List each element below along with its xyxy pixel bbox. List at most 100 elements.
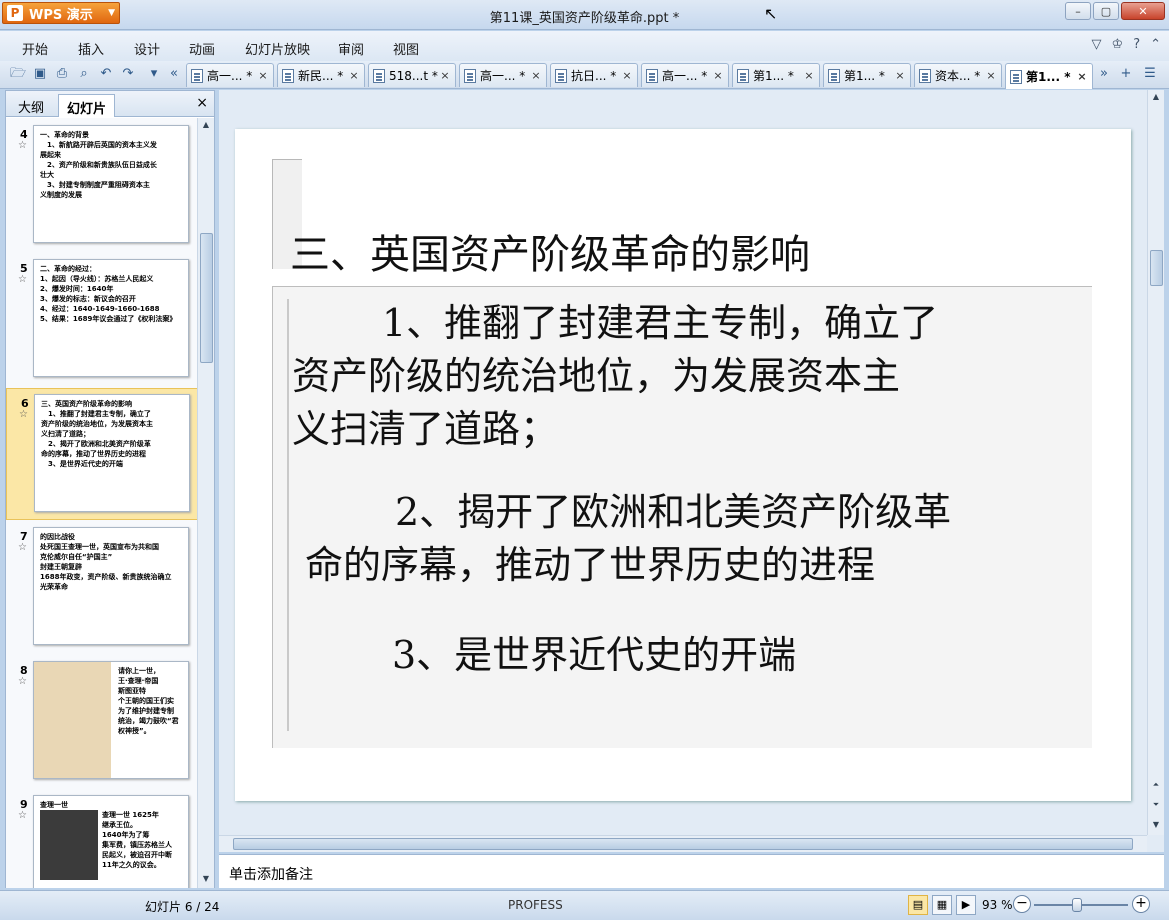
slide-thumbnail-list: 4 ☆ 一、革命的背景 1、新航路开辟后英国的资本主义发 展起来 2、资产阶级和… bbox=[6, 118, 198, 888]
tab-scroll-left-icon[interactable]: « bbox=[166, 66, 182, 82]
point-2-line-1[interactable]: 2、揭开了欧洲和北美资产阶级革 bbox=[395, 486, 951, 539]
normal-view-icon[interactable]: ▤ bbox=[908, 895, 928, 915]
print-icon[interactable]: ⎙ bbox=[54, 66, 70, 82]
scroll-down-icon[interactable]: ▼ bbox=[1150, 820, 1162, 829]
slide-editor: 三、英国资产阶级革命的影响 1、推翻了封建君主专制，确立了 资产阶级的统治地位，… bbox=[219, 90, 1164, 852]
menu-home[interactable]: 开始 bbox=[22, 39, 48, 58]
document-icon bbox=[737, 68, 749, 83]
doc-tab[interactable]: 抗日... * × bbox=[550, 63, 638, 87]
save-icon[interactable]: ▣ bbox=[32, 66, 48, 82]
scroll-up-icon[interactable]: ▲ bbox=[200, 120, 212, 132]
tab-outline[interactable]: 大纲 bbox=[10, 94, 52, 117]
print-preview-icon[interactable]: ⌕ bbox=[76, 66, 92, 82]
document-icon bbox=[464, 68, 476, 83]
close-panel-button[interactable]: × bbox=[196, 95, 208, 111]
tab-slides[interactable]: 幻灯片 bbox=[58, 94, 116, 117]
zoom-in-button[interactable]: + bbox=[1132, 895, 1150, 913]
point-3[interactable]: 3、是世界近代史的开端 bbox=[392, 629, 796, 682]
point-1-line-1[interactable]: 1、推翻了封建君主专制，确立了 bbox=[382, 297, 938, 350]
status-bar: 幻灯片 6 / 24 PROFESS ▤ ▦ ▶ 93 % − + bbox=[0, 890, 1169, 920]
close-window-button[interactable]: ✕ bbox=[1121, 2, 1165, 20]
menu-view[interactable]: 视图 bbox=[393, 39, 419, 58]
slide-sorter-icon[interactable]: ▦ bbox=[932, 895, 952, 915]
horizontal-scrollbar[interactable] bbox=[219, 835, 1147, 852]
tab-close-button[interactable]: × bbox=[985, 69, 997, 82]
current-slide[interactable]: 三、英国资产阶级革命的影响 1、推翻了封建君主专制，确立了 资产阶级的统治地位，… bbox=[235, 129, 1131, 801]
notes-pane[interactable]: 单击添加备注 bbox=[219, 854, 1164, 888]
slide-thumbnail-selected[interactable]: 6 ☆ 三、英国资产阶级革命的影响 1、推翻了封建君主专制，确立了 资产阶级的统… bbox=[6, 388, 198, 520]
maximize-button[interactable]: ▢ bbox=[1093, 2, 1119, 20]
vertical-scrollbar[interactable]: ▲ ⏶ ⏷ ▼ bbox=[1147, 90, 1164, 835]
tab-close-button[interactable]: × bbox=[712, 69, 724, 82]
point-2-line-2[interactable]: 命的序幕，推动了世界历史的进程 bbox=[305, 539, 875, 592]
zoom-out-button[interactable]: − bbox=[1013, 895, 1031, 913]
slide-thumbnail[interactable]: 9 ☆ 查理一世 查理一世 1625年 继承王位。 1640年为了筹 集军费，镇… bbox=[6, 790, 198, 888]
document-icon bbox=[828, 68, 840, 83]
tab-close-button[interactable]: × bbox=[621, 69, 633, 82]
skin-icon[interactable]: ♔ bbox=[1112, 37, 1124, 52]
undo-icon[interactable]: ↶ bbox=[98, 66, 114, 82]
animation-star-icon: ☆ bbox=[18, 676, 27, 687]
document-icon bbox=[191, 68, 203, 83]
window-title: 第11课_英国资产阶级革命.ppt * bbox=[489, 11, 680, 26]
scroll-up-icon[interactable]: ▲ bbox=[1150, 92, 1162, 101]
doc-tab[interactable]: 第1... * × bbox=[732, 63, 820, 87]
minimize-button[interactable]: – bbox=[1065, 2, 1091, 20]
doc-tab[interactable]: 高一... * × bbox=[459, 63, 547, 87]
document-icon bbox=[373, 68, 385, 83]
tab-close-button[interactable]: × bbox=[1076, 70, 1088, 83]
scroll-thumb[interactable] bbox=[233, 838, 1133, 850]
tab-list-icon[interactable]: ☰ bbox=[1142, 66, 1158, 82]
tab-close-button[interactable]: × bbox=[803, 69, 815, 82]
next-slide-icon[interactable]: ⏷ bbox=[1150, 800, 1162, 810]
redo-icon[interactable]: ↷ bbox=[120, 66, 136, 82]
slide-thumbnail[interactable]: 7 ☆ 的因比战役 处死国王查理一世，英国宣布为共和国 克伦威尔自任“护国主” … bbox=[6, 522, 198, 654]
previous-slide-icon[interactable]: ⏶ bbox=[1150, 780, 1162, 790]
menu-animation[interactable]: 动画 bbox=[189, 39, 215, 58]
menu-slideshow[interactable]: 幻灯片放映 bbox=[245, 39, 310, 58]
tab-close-button[interactable]: × bbox=[348, 69, 360, 82]
ribbon-toggle-icon[interactable]: ⌃ bbox=[1150, 37, 1161, 52]
slide-thumbnail[interactable]: 5 ☆ 二、革命的经过： 1、起因（导火线）：苏格兰人民起义 2、爆发时间：16… bbox=[6, 254, 198, 386]
slide-thumbnail[interactable]: 8 ☆ 请你上一世， 王·查理·帝国 斯图亚特 个王朝的国王们实 为了维护封建专… bbox=[6, 656, 198, 788]
zoom-level: 93 % bbox=[982, 898, 1013, 912]
slideshow-icon[interactable]: ▶ bbox=[956, 895, 976, 915]
tab-scroll-right-icon[interactable]: » bbox=[1096, 66, 1112, 82]
tab-close-button[interactable]: × bbox=[530, 69, 542, 82]
scroll-down-icon[interactable]: ▼ bbox=[200, 874, 212, 886]
animation-star-icon: ☆ bbox=[18, 810, 27, 821]
customize-toolbar-icon[interactable]: ▾ bbox=[146, 66, 162, 82]
doc-tab[interactable]: 资本... * × bbox=[914, 63, 1002, 87]
doc-tab[interactable]: 第1... * × bbox=[823, 63, 911, 87]
menu-design[interactable]: 设计 bbox=[134, 39, 160, 58]
help-icon[interactable]: ? bbox=[1133, 37, 1140, 52]
document-icon bbox=[646, 68, 658, 83]
point-1-line-2[interactable]: 资产阶级的统治地位，为发展资本主 bbox=[292, 350, 900, 403]
mouse-cursor-icon: ↖ bbox=[764, 4, 778, 23]
scroll-thumb[interactable] bbox=[1150, 250, 1163, 286]
tab-close-button[interactable]: × bbox=[257, 69, 269, 82]
tab-close-button[interactable]: × bbox=[894, 69, 906, 82]
theme-name: PROFESS bbox=[508, 898, 563, 912]
document-icon bbox=[1010, 69, 1022, 84]
point-1-line-3[interactable]: 义扫清了道路； bbox=[292, 403, 558, 456]
document-icon bbox=[282, 68, 294, 83]
scroll-thumb[interactable] bbox=[200, 233, 213, 363]
new-tab-icon[interactable]: + bbox=[1118, 66, 1134, 82]
menu-insert[interactable]: 插入 bbox=[78, 39, 104, 58]
title-bar: P WPS 演示 ▼ 第11课_英国资产阶级革命.ppt * – ▢ ✕ bbox=[0, 0, 1169, 30]
doc-tab-active[interactable]: 第1... * × bbox=[1005, 63, 1093, 89]
menu-review[interactable]: 审阅 bbox=[338, 39, 364, 58]
doc-tab[interactable]: 高一... * × bbox=[641, 63, 729, 87]
slide-title[interactable]: 三、英国资产阶级革命的影响 bbox=[290, 222, 810, 280]
collapse-ribbon-icon[interactable]: ▽ bbox=[1092, 37, 1102, 52]
slide-thumbnail[interactable]: 4 ☆ 一、革命的背景 1、新航路开辟后英国的资本主义发 展起来 2、资产阶级和… bbox=[6, 120, 198, 252]
open-folder-icon[interactable]: 🗁 bbox=[10, 66, 26, 82]
zoom-slider-handle[interactable] bbox=[1072, 898, 1082, 912]
doc-tab[interactable]: 高一... * × bbox=[186, 63, 274, 87]
doc-tab[interactable]: 518...t * × bbox=[368, 63, 456, 87]
panel-scrollbar[interactable]: ▲ ▼ bbox=[197, 118, 214, 888]
tab-close-button[interactable]: × bbox=[439, 69, 451, 82]
animation-star-icon: ☆ bbox=[18, 274, 27, 285]
doc-tab[interactable]: 新民... * × bbox=[277, 63, 365, 87]
